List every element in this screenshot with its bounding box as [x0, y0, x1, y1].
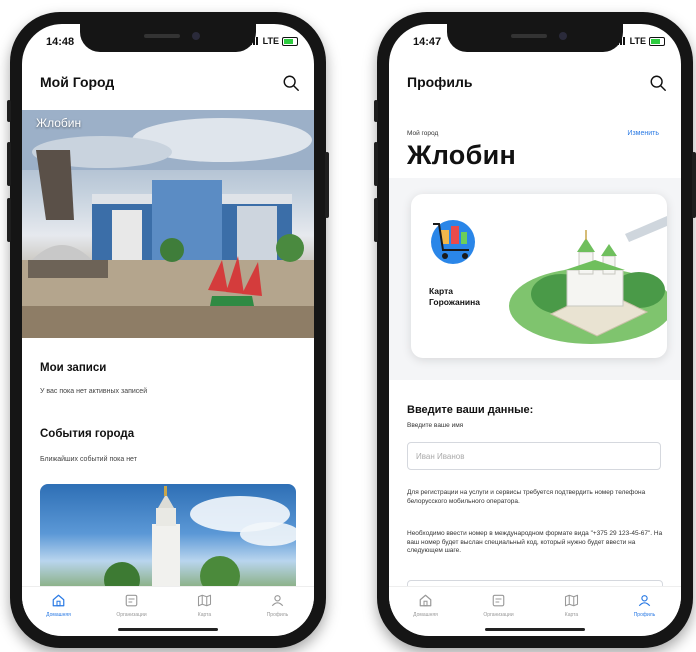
tab-home[interactable]: Домашняя	[389, 587, 462, 635]
phone-left: 14:48 LTE Мой Город Жлобин Мои записи У …	[7, 12, 329, 648]
status-time: 14:48	[46, 36, 75, 48]
tab-home[interactable]: Домашняя	[22, 587, 95, 635]
app-bar: Мой Город	[22, 66, 314, 98]
tab-profile-label: Профиль	[266, 612, 289, 618]
search-icon[interactable]	[649, 74, 667, 92]
my-records-text: У вас пока нет активных записей	[40, 388, 148, 395]
registration-info-text: Для регистрации на услуги и сервисы треб…	[407, 489, 646, 505]
home-icon	[419, 594, 432, 607]
organizations-icon	[492, 594, 505, 607]
phone-right: 14:47 LTE Профиль Мой город Изменить Жло…	[374, 12, 696, 648]
tab-organizations-label: Организации	[483, 612, 514, 618]
volume-up-button	[7, 142, 11, 186]
section-divider	[389, 178, 681, 186]
profile-icon	[638, 595, 651, 607]
tab-home-label: Домашняя	[46, 612, 71, 618]
power-button	[325, 152, 329, 218]
citizen-card-label: Карта Горожанина	[429, 286, 480, 307]
name-label: Введите ваше имя	[407, 422, 464, 429]
network-label: LTE	[629, 36, 646, 46]
search-icon[interactable]	[282, 74, 300, 92]
change-city-link[interactable]: Изменить	[627, 130, 659, 137]
network-label: LTE	[262, 36, 279, 46]
name-input[interactable]: Иван Иванов	[407, 442, 661, 470]
page-title: Мой Город	[40, 74, 115, 90]
app-bar: Профиль	[389, 66, 681, 98]
my-city-label: Мой город	[407, 130, 439, 137]
notch	[447, 24, 623, 52]
home-indicator[interactable]	[118, 628, 218, 631]
map-icon	[197, 594, 212, 607]
citizen-card[interactable]: Карта Горожанина	[411, 194, 667, 358]
city-name: Жлобин	[407, 140, 517, 170]
tab-profile-label: Профиль	[633, 612, 656, 618]
church-photo	[104, 486, 296, 594]
tab-home-label: Домашняя	[413, 612, 438, 618]
my-records-title: Мои записи	[40, 362, 107, 374]
tab-profile[interactable]: Профиль	[608, 587, 681, 635]
tab-organizations-label: Организации	[116, 612, 147, 618]
city-events-text: Ближайших событий пока нет	[40, 456, 137, 463]
city-photo	[22, 110, 314, 338]
event-card-image[interactable]	[40, 484, 296, 594]
status-signal: LTE	[616, 36, 665, 46]
volume-down-button	[374, 198, 378, 242]
battery-icon	[282, 36, 298, 46]
screen-profile: 14:47 LTE Профиль Мой город Изменить Жло…	[389, 24, 681, 636]
home-icon	[52, 594, 65, 607]
power-button	[692, 152, 696, 218]
tab-map-label: Карта	[197, 612, 212, 618]
city-hero-image[interactable]: Жлобин	[22, 110, 314, 338]
tab-map-label: Карта	[564, 612, 579, 618]
notch	[80, 24, 256, 52]
volume-up-button	[374, 142, 378, 186]
phone-format-info-text: Необходимо ввести номер в международном …	[407, 530, 663, 554]
organizations-icon	[125, 594, 138, 607]
home-indicator[interactable]	[485, 628, 585, 631]
profile-icon	[271, 595, 284, 607]
status-time: 14:47	[413, 36, 442, 48]
battery-icon	[649, 36, 665, 46]
citizen-card-illustration	[431, 216, 667, 344]
hero-city-name: Жлобин	[36, 116, 82, 130]
status-signal: LTE	[249, 36, 298, 46]
tab-profile[interactable]: Профиль	[241, 587, 314, 635]
volume-down-button	[7, 198, 11, 242]
mute-switch	[374, 100, 378, 122]
city-events-title: События города	[40, 428, 135, 440]
form-title: Введите ваши данные:	[407, 404, 534, 416]
mute-switch	[7, 100, 11, 122]
page-title: Профиль	[407, 74, 473, 90]
map-icon	[564, 594, 579, 607]
screen-home: 14:48 LTE Мой Город Жлобин Мои записи У …	[22, 24, 314, 636]
